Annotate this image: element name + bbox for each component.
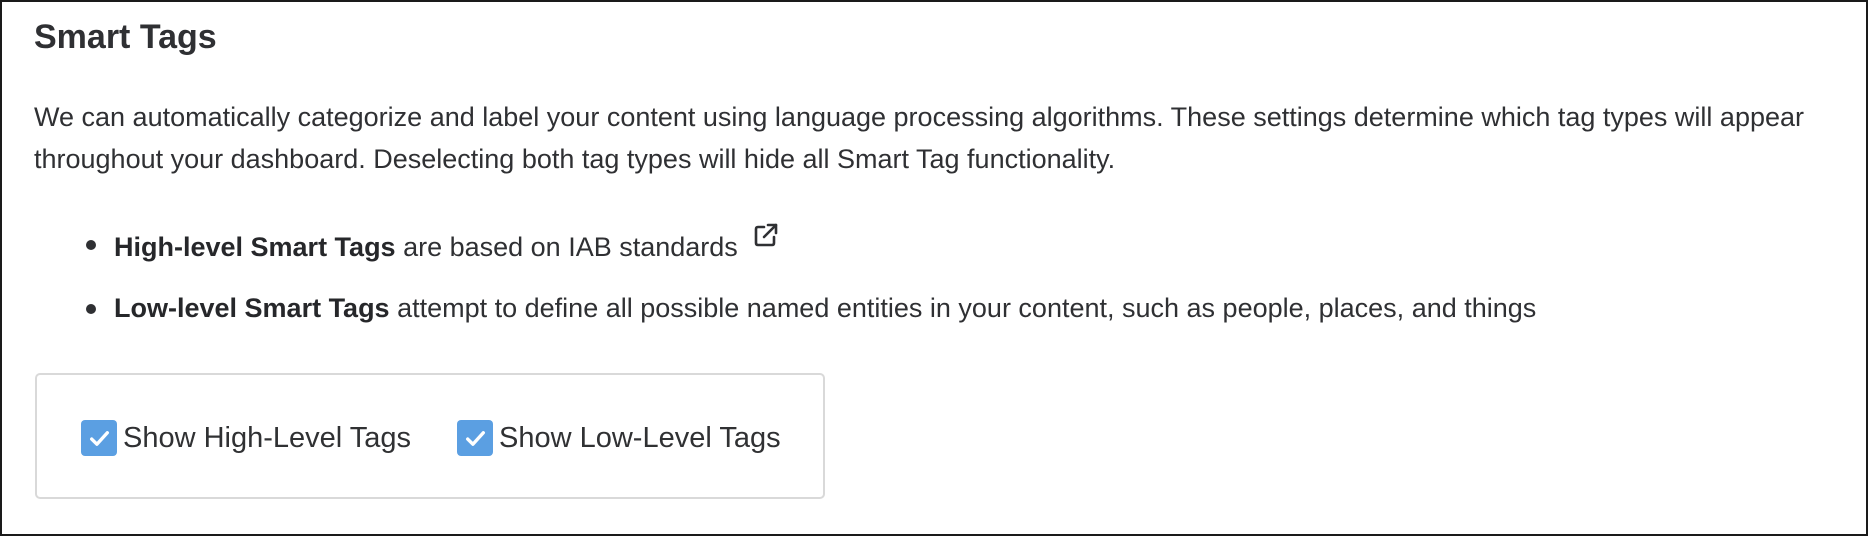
- tag-types-list: High-level Smart Tags are based on IAB s…: [34, 220, 1536, 348]
- show-high-level-tags-label[interactable]: Show High-Level Tags: [123, 417, 411, 459]
- show-low-level-tags-option[interactable]: Show Low-Level Tags: [457, 417, 781, 459]
- show-high-level-tags-checkbox[interactable]: [81, 420, 117, 456]
- tag-options-box: Show High-Level Tags Show Low-Level Tags: [35, 373, 825, 499]
- low-level-tags-name: Low-level Smart Tags: [114, 293, 390, 323]
- checkmark-icon: [465, 430, 485, 446]
- smart-tags-panel: Smart Tags We can automatically categori…: [0, 0, 1868, 536]
- section-title: Smart Tags: [34, 18, 217, 56]
- low-level-tags-description: attempt to define all possible named ent…: [389, 293, 1537, 323]
- section-description: We can automatically categorize and labe…: [34, 102, 1805, 174]
- high-level-tags-description: are based on IAB standards: [395, 232, 738, 262]
- show-low-level-tags-label[interactable]: Show Low-Level Tags: [499, 417, 781, 459]
- high-level-tags-name: High-level Smart Tags: [114, 232, 396, 262]
- show-high-level-tags-option[interactable]: Show High-Level Tags: [81, 417, 411, 459]
- list-item-high-level-tags: High-level Smart Tags are based on IAB s…: [34, 220, 1536, 284]
- checkmark-icon: [89, 430, 109, 446]
- bullet-dot-icon: [86, 240, 96, 250]
- external-link-icon[interactable]: [751, 220, 781, 250]
- bullet-dot-icon: [86, 304, 96, 314]
- list-item-low-level-tags: Low-level Smart Tags attempt to define a…: [34, 284, 1536, 348]
- show-low-level-tags-checkbox[interactable]: [457, 420, 493, 456]
